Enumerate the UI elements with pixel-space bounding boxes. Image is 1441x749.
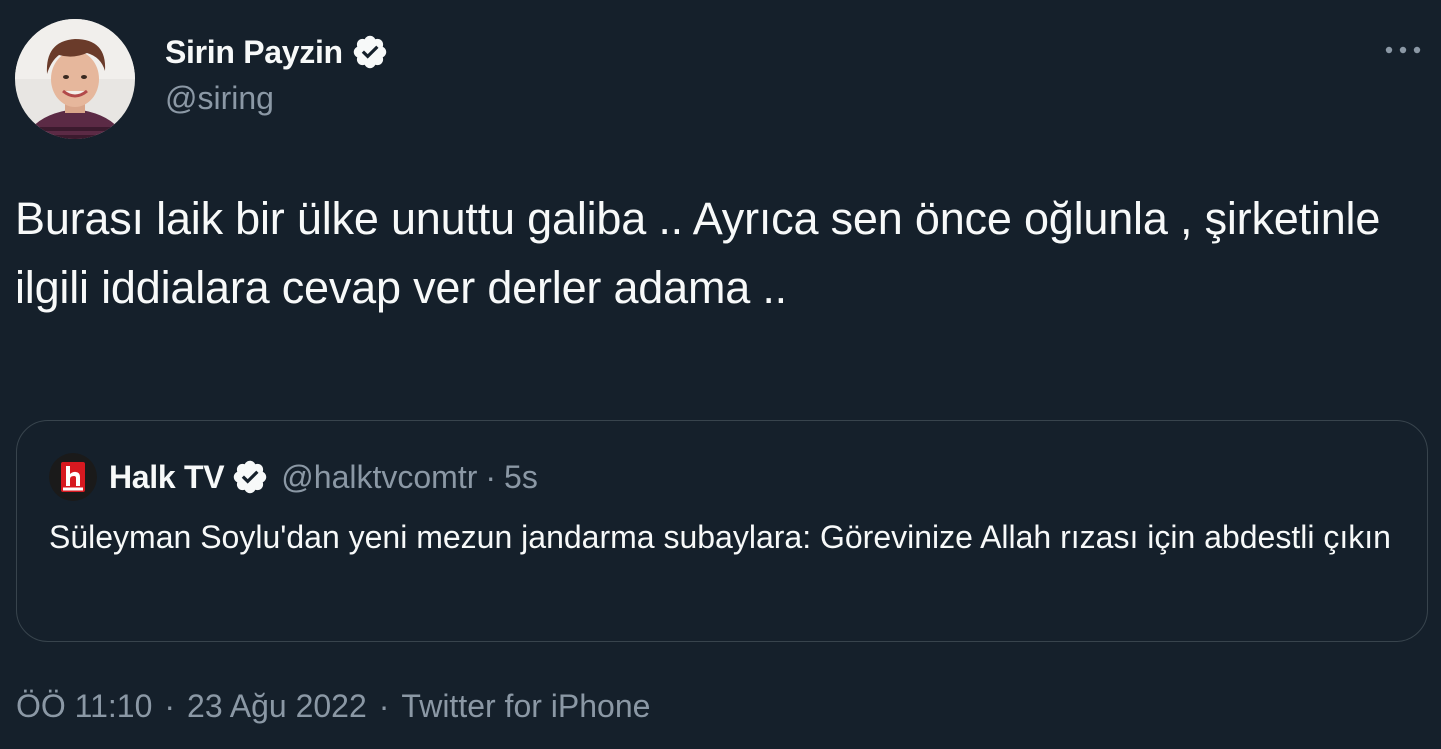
tweet-date[interactable]: 23 Ağu 2022: [187, 688, 367, 725]
quoted-tweet-header: Halk TV @halktvcomtr · 5s: [49, 453, 538, 501]
verified-badge-icon: [351, 33, 389, 71]
author-avatar[interactable]: [15, 19, 135, 139]
tweet-container: Sirin Payzin @siring Burası laik bir ülk…: [0, 0, 1441, 749]
tweet-text: Burası laik bir ülke unuttu galiba .. Ay…: [15, 193, 1393, 313]
profile-photo: [15, 19, 135, 139]
tweet-source[interactable]: Twitter for iPhone: [401, 688, 650, 725]
author-display-name[interactable]: Sirin Payzin: [165, 34, 343, 71]
quoted-handle[interactable]: @halktvcomtr: [281, 459, 477, 496]
quoted-tweet-card[interactable]: Halk TV @halktvcomtr · 5s Süleyman Soylu…: [16, 420, 1428, 642]
meta-separator: ·: [378, 688, 390, 724]
author-name-row[interactable]: Sirin Payzin: [165, 30, 389, 74]
author-handle[interactable]: @siring: [165, 80, 274, 117]
tweet-meta: ÖÖ 11:10 · 23 Ağu 2022 · Twitter for iPh…: [16, 688, 650, 725]
verified-badge-icon: [231, 458, 269, 496]
quoted-display-name[interactable]: Halk TV: [109, 459, 225, 496]
quoted-timestamp[interactable]: 5s: [504, 459, 538, 496]
tweet-time[interactable]: ÖÖ 11:10: [16, 688, 152, 725]
quoted-tweet-text: Süleyman Soylu'dan yeni mezun jandarma s…: [49, 519, 1391, 555]
more-horizontal-icon: [1385, 46, 1421, 54]
quoted-separator: ·: [485, 458, 497, 495]
meta-separator: ·: [164, 688, 176, 724]
quoted-author-avatar[interactable]: [49, 453, 97, 501]
halk-tv-logo: [49, 453, 97, 501]
more-options-button[interactable]: [1381, 34, 1425, 66]
